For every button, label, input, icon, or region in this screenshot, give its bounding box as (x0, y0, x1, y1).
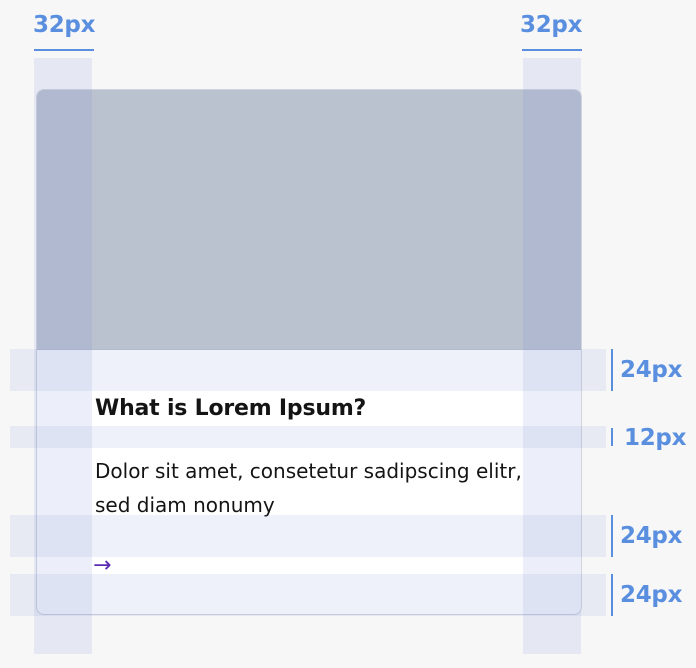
top-padding-guide (611, 349, 613, 391)
card-description: Dolor sit amet, consetetur sadipscing el… (95, 459, 522, 517)
card[interactable]: What is Lorem Ipsum? Dolor sit amet, con… (36, 89, 582, 615)
left-padding-guide (34, 49, 94, 51)
top-padding-label: 24px (620, 357, 683, 383)
text-gap-label: 24px (620, 523, 683, 549)
right-padding-guide (522, 49, 582, 51)
title-gap-guide (611, 428, 613, 446)
card-image-placeholder (37, 90, 581, 350)
right-padding-label: 32px (520, 12, 583, 38)
text-gap-guide (611, 515, 613, 557)
bottom-padding-label: 24px (620, 582, 683, 608)
arrow-right-icon[interactable]: → (93, 554, 111, 578)
left-padding-label: 32px (33, 12, 96, 38)
title-gap-label: 12px (624, 425, 687, 451)
bottom-padding-guide (611, 574, 613, 616)
card-title: What is Lorem Ipsum? (95, 396, 367, 421)
